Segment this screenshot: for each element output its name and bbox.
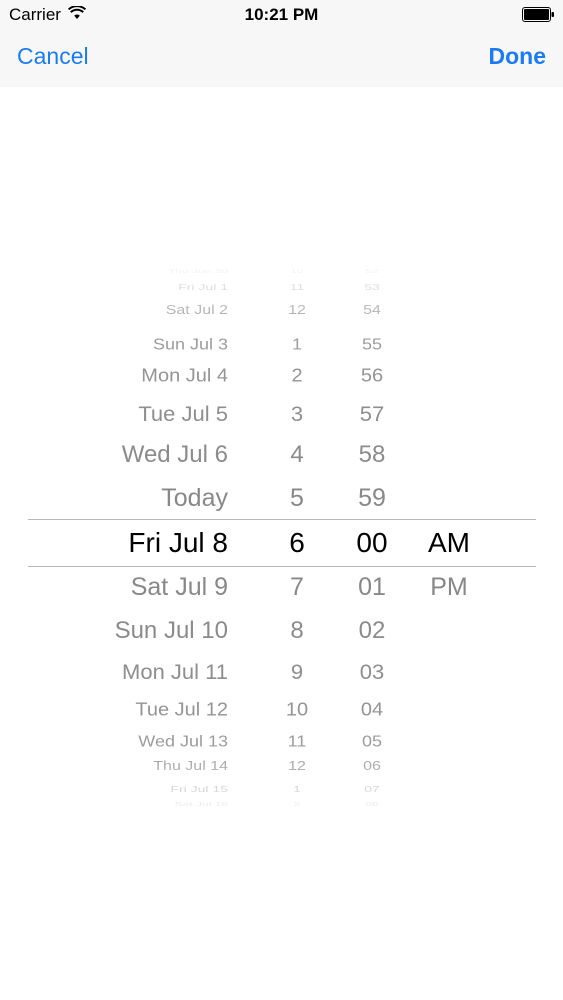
minute-option[interactable]: 57 — [337, 403, 407, 425]
hour-option[interactable]: 1 — [262, 785, 332, 794]
hour-option[interactable]: 11 — [262, 283, 332, 292]
date-option[interactable]: Today — [161, 485, 228, 511]
hour-option[interactable]: 3 — [262, 403, 332, 425]
date-option[interactable]: Thu Jul 14 — [153, 760, 228, 773]
minute-option[interactable]: 01 — [337, 574, 407, 600]
hour-option[interactable]: 12 — [262, 304, 332, 317]
hour-option[interactable]: 9 — [262, 661, 332, 683]
ampm-option[interactable]: PM — [410, 574, 488, 600]
selected-minute[interactable]: 00 — [337, 529, 407, 557]
hour-option[interactable]: 10 — [262, 701, 332, 720]
hour-option[interactable]: 11 — [262, 733, 332, 749]
hour-option[interactable]: 2 — [262, 367, 332, 386]
selection-line-top — [28, 519, 536, 520]
hour-option[interactable]: 8 — [262, 619, 332, 643]
minute-option[interactable]: 58 — [337, 443, 407, 467]
date-option[interactable]: Mon Jul 11 — [122, 661, 228, 683]
date-option[interactable]: Sun Jul 10 — [115, 619, 228, 643]
selected-date[interactable]: Fri Jul 8 — [128, 529, 228, 557]
date-option[interactable]: Wed Jul 6 — [122, 443, 228, 467]
status-bar: Carrier 10:21 PM — [0, 0, 563, 30]
minute-option[interactable]: 08 — [337, 801, 407, 806]
hour-option[interactable]: 1 — [262, 336, 332, 352]
hour-option[interactable]: 12 — [262, 760, 332, 773]
nav-bar: Cancel Done — [0, 30, 563, 87]
status-time: 10:21 PM — [244, 5, 319, 24]
selected-hour[interactable]: 6 — [262, 529, 332, 557]
done-button[interactable]: Done — [489, 43, 547, 70]
minute-option[interactable]: 56 — [337, 367, 407, 386]
selected-ampm[interactable]: AM — [410, 529, 488, 557]
hour-option[interactable]: 10 — [262, 268, 332, 273]
minute-option[interactable]: 02 — [337, 619, 407, 643]
date-option[interactable]: Sat Jul 16 — [175, 801, 228, 806]
hour-wheel[interactable]: 10 11 12 1 2 3 4 5 6 7 8 9 10 11 12 1 2 — [262, 262, 332, 822]
date-wheel[interactable]: Thu Jun 30 Fri Jul 1 Sat Jul 2 Sun Jul 3 Mon… — [40, 262, 228, 822]
date-option[interactable]: Sun Jul 3 — [153, 336, 228, 352]
hour-option[interactable]: 4 — [262, 443, 332, 467]
selection-line-bottom — [28, 566, 536, 567]
minute-option[interactable]: 54 — [337, 304, 407, 317]
date-option[interactable]: Mon Jul 4 — [141, 367, 228, 386]
date-option[interactable]: Sat Jul 2 — [166, 304, 228, 317]
date-option[interactable]: Tue Jul 12 — [135, 701, 228, 720]
hour-option[interactable]: 5 — [262, 485, 332, 511]
cancel-button[interactable]: Cancel — [17, 43, 89, 70]
date-option[interactable]: Wed Jul 13 — [138, 733, 228, 749]
date-option[interactable]: Tue Jul 5 — [138, 403, 228, 425]
minute-option[interactable]: 52 — [337, 268, 407, 273]
minute-option[interactable]: 53 — [337, 283, 407, 292]
ampm-wheel[interactable]: AM PM — [410, 262, 488, 822]
minute-option[interactable]: 06 — [337, 760, 407, 773]
minute-option[interactable]: 07 — [337, 785, 407, 794]
minute-option[interactable]: 03 — [337, 661, 407, 683]
date-option[interactable]: Sat Jul 9 — [131, 574, 228, 600]
battery-icon — [522, 7, 555, 27]
date-time-picker[interactable]: Thu Jun 30 Fri Jul 1 Sat Jul 2 Sun Jul 3 Mon… — [0, 262, 563, 822]
minute-option[interactable]: 55 — [337, 336, 407, 352]
date-option[interactable]: Thu Jun 30 — [168, 268, 228, 273]
minute-option[interactable]: 04 — [337, 701, 407, 720]
date-option[interactable]: Fri Jul 15 — [170, 785, 228, 794]
minute-option[interactable]: 05 — [337, 733, 407, 749]
hour-option[interactable]: 7 — [262, 574, 332, 600]
hour-option[interactable]: 2 — [262, 801, 332, 806]
minute-option[interactable]: 59 — [337, 485, 407, 511]
minute-wheel[interactable]: 52 53 54 55 56 57 58 59 00 01 02 03 04 05 06 07 08 — [337, 262, 407, 822]
date-option[interactable]: Fri Jul 1 — [178, 283, 228, 292]
